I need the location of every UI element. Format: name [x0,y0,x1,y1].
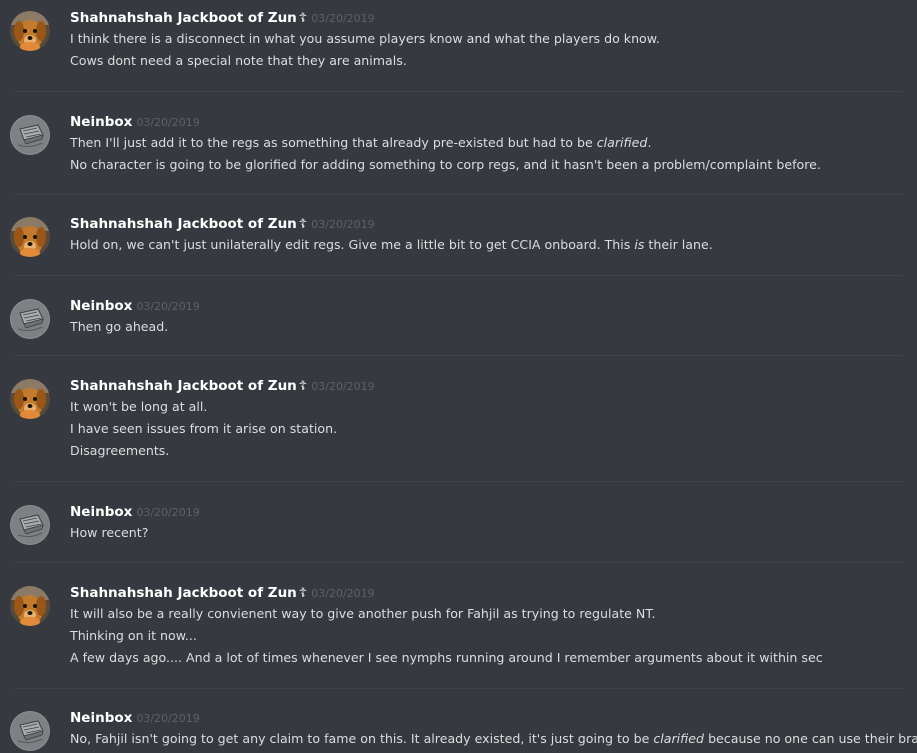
message-text: No character is going to be glorified fo… [70,154,821,176]
text-segment: Then go ahead. [70,319,169,334]
message-text: Thinking on it now... [70,625,197,647]
text-segment: Cows dont need a special note that they … [70,53,407,68]
text-segment: How recent? [70,525,149,540]
message-timestamp: 03/20/2019 [311,12,375,25]
orthodox-cross-icon: ☦ [298,217,308,232]
message-group-divider [14,355,903,356]
message-timestamp: 03/20/2019 [136,300,200,313]
message-text: Then I'll just add it to the regs as som… [70,132,651,154]
message-text: Then go ahead. [70,316,168,338]
text-segment: Thinking on it now... [70,628,197,643]
sketch-avatar[interactable] [10,115,50,155]
sketch-avatar[interactable] [10,505,50,545]
message-header: Neinbox 03/20/2019 [70,708,200,726]
author-name[interactable]: Neinbox [70,298,132,314]
message-text: No, Fahjil isn't going to get any claim … [70,728,917,750]
message-text: It won't be long at all. [70,396,207,418]
dog-avatar[interactable] [10,217,50,257]
message-text: It will also be a really convienent way … [70,603,656,625]
message-text: Cows dont need a special note that they … [70,50,407,72]
author-name[interactable]: Shahnahshah Jackboot of Zun [70,216,297,232]
message-timestamp: 03/20/2019 [136,116,200,129]
message-header: Neinbox 03/20/2019 [70,112,200,130]
message-text: A few days ago.... And a lot of times wh… [70,647,823,669]
message-text: I have seen issues from it arise on stat… [70,418,337,440]
message-text: I think there is a disconnect in what yo… [70,28,660,50]
dog-avatar[interactable] [10,11,50,51]
message-text: Disagreements. [70,440,169,462]
text-segment: Hold on, we can't just unilaterally edit… [70,237,635,252]
text-segment: Disagreements. [70,443,170,458]
message-group-divider [14,275,903,276]
message-group-divider [14,481,903,482]
orthodox-cross-icon: ☦ [298,11,308,26]
text-segment: because no one can use their brains. [708,731,917,746]
text-segment: Then I'll just add it to the regs as som… [70,135,597,150]
text-segment: No, Fahjil isn't going to get any claim … [70,731,654,746]
dog-avatar[interactable] [10,586,50,626]
message-timestamp: 03/20/2019 [136,506,200,519]
text-segment: their lane. [644,237,713,252]
message-text: How recent? [70,522,148,544]
message-timestamp: 03/20/2019 [311,587,375,600]
author-name[interactable]: Shahnahshah Jackboot of Zun [70,10,297,26]
message-header: Shahnahshah Jackboot of Zun ☦ 03/20/2019 [70,214,375,232]
message-header: Neinbox 03/20/2019 [70,296,200,314]
message-group-divider [14,688,903,689]
sketch-avatar[interactable] [10,711,50,751]
text-segment: It will also be a really convienent way … [70,606,656,621]
message-text: Hold on, we can't just unilaterally edit… [70,234,713,256]
message-timestamp: 03/20/2019 [136,712,200,725]
italic-text: clarified [653,731,705,746]
message-group-divider [14,91,903,92]
author-name[interactable]: Neinbox [70,114,132,130]
message-header: Neinbox 03/20/2019 [70,502,200,520]
text-segment: A few days ago.... And a lot of times wh… [70,650,823,665]
author-name[interactable]: Shahnahshah Jackboot of Zun [70,378,297,394]
dog-avatar[interactable] [10,379,50,419]
text-segment: It won't be long at all. [70,399,208,414]
author-name[interactable]: Neinbox [70,504,132,520]
sketch-avatar[interactable] [10,299,50,339]
message-header: Shahnahshah Jackboot of Zun ☦ 03/20/2019 [70,376,375,394]
text-segment: No character is going to be glorified fo… [70,157,821,172]
text-segment: I think there is a disconnect in what yo… [70,31,660,46]
text-segment: . [647,135,652,150]
italic-text: is [634,237,645,252]
italic-text: clarified [596,135,648,150]
author-name[interactable]: Neinbox [70,710,132,726]
message-group-divider [14,194,903,195]
orthodox-cross-icon: ☦ [298,379,308,394]
message-group-divider [14,562,903,563]
message-header: Shahnahshah Jackboot of Zun ☦ 03/20/2019 [70,8,375,26]
chat-message-list: Shahnahshah Jackboot of Zun ☦ 03/20/2019 I … [0,0,917,753]
message-timestamp: 03/20/2019 [311,380,375,393]
message-timestamp: 03/20/2019 [311,218,375,231]
text-segment: I have seen issues from it arise on stat… [70,421,338,436]
author-name[interactable]: Shahnahshah Jackboot of Zun [70,585,297,601]
message-header: Shahnahshah Jackboot of Zun ☦ 03/20/2019 [70,583,375,601]
orthodox-cross-icon: ☦ [298,586,308,601]
